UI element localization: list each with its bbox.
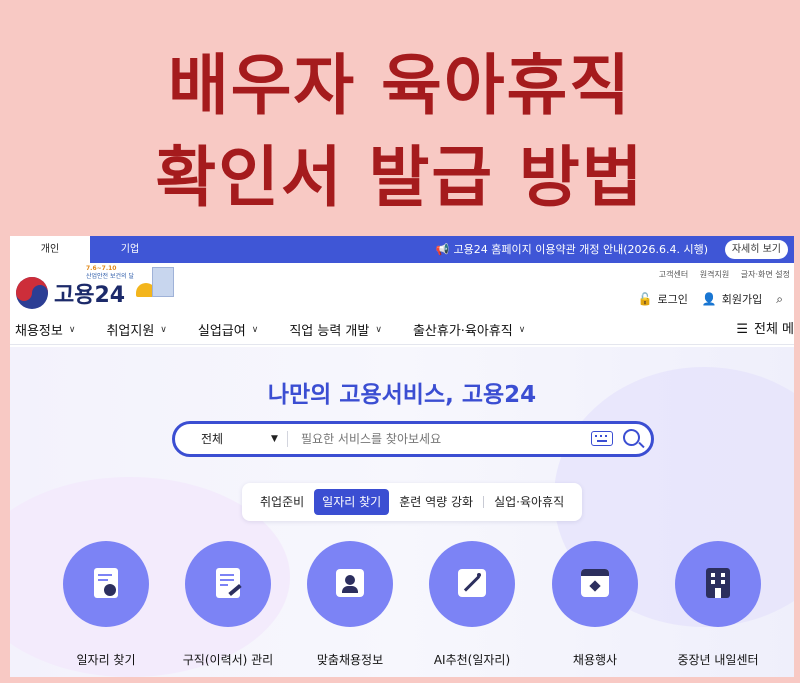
chevron-down-icon: ∨ <box>68 324 76 335</box>
calendar-glyph <box>581 569 609 597</box>
lock-icon: 🔓 <box>637 292 653 306</box>
add-user-icon: 👤 <box>701 292 717 306</box>
util-customer-center[interactable]: 고객센터 <box>659 270 688 279</box>
divider <box>287 431 288 447</box>
chevron-down-icon: ∨ <box>160 324 167 335</box>
detail-button[interactable]: 자세히 보기 <box>724 240 788 259</box>
signup-label: 회원가입 <box>721 293 763 306</box>
notice-link[interactable]: 📢 고용24 홈페이지 이용약관 개정 안내(2026.6.4. 시행) <box>436 236 708 263</box>
divider <box>483 496 485 508</box>
headline-line-2: 확인서 발급 방법 <box>155 139 645 216</box>
notice-text: 고용24 홈페이지 이용약관 개정 안내(2026.6.4. 시행) <box>453 243 708 256</box>
badge-dates: 7.6~7.10 <box>86 265 117 272</box>
hero-title: 나만의 고용서비스, 고용24 <box>267 382 537 408</box>
service-label: AI추천(일자리) <box>433 653 511 667</box>
hamburger-icon: ☰ <box>736 322 748 337</box>
service-custom-jobs[interactable]: 맞춤채용정보 <box>290 541 410 668</box>
utility-links: 고객센터 원격지원 글자·화면 설정 <box>650 269 790 280</box>
chevron-down-icon: ∨ <box>375 324 382 335</box>
caret-down-icon[interactable]: ▼ <box>271 424 278 454</box>
chevron-down-icon: ∨ <box>251 324 259 335</box>
calendar-star-icon <box>552 541 638 627</box>
nav-label: 취업지원 <box>106 324 155 339</box>
all-menu-button[interactable]: ☰ 전체 메 <box>736 315 794 345</box>
logo-text: 고용24 <box>54 283 126 308</box>
chip-find-jobs[interactable]: 일자리 찾기 <box>314 489 390 515</box>
wand-glyph <box>458 569 486 597</box>
hero-section: 나만의 고용서비스, 고용24 전체 ▼ 취업준비 일자리 찾기 훈련 역량 강… <box>10 347 794 677</box>
puzzle-person-icon <box>307 541 393 627</box>
safety-month-badge[interactable]: 7.6~7.10 산업안전 보건의 달 <box>86 265 134 281</box>
all-menu-label: 전체 메 <box>753 322 794 337</box>
login-label: 로그인 <box>657 293 688 306</box>
nav-item-employment-support[interactable]: 취업지원 ∨ <box>106 320 166 339</box>
nav-item-vocational-training[interactable]: 직업 능력 개발 ∨ <box>289 320 382 339</box>
building-illustration-icon <box>152 267 174 297</box>
service-shortcuts: 일자리 찾기 구직(이력서) 관리 맞춤채용정보 AI추천(일자리) 채용행사 … <box>10 541 794 677</box>
nav-item-unemployment-benefit[interactable]: 실업급여 ∨ <box>198 320 258 339</box>
search-category-select[interactable]: 전체 <box>201 424 223 454</box>
headline: 배우자 육아휴직 확인서 발급 방법 <box>0 40 800 224</box>
nav-label: 출산휴가·육아휴직 <box>412 324 513 339</box>
megaphone-icon: 📢 <box>435 243 450 256</box>
tab-personal[interactable]: 개인 <box>10 236 90 263</box>
document-glyph <box>216 568 242 598</box>
top-bar: 개인 기업 📢 고용24 홈페이지 이용약관 개정 안내(2026.6.4. 시행… <box>10 236 794 263</box>
job-search-icon <box>63 541 149 627</box>
main-nav: 채용정보 ∨ 취업지원 ∨ 실업급여 ∨ 직업 능력 개발 ∨ 출산휴가·육아휴직 ∨ ☰… <box>10 315 794 345</box>
service-find-jobs[interactable]: 일자리 찾기 <box>46 541 166 668</box>
building-glyph <box>706 568 730 598</box>
keyboard-icon[interactable] <box>591 431 613 446</box>
service-label: 채용행사 <box>572 653 618 667</box>
chip-training[interactable]: 훈련 역량 강화 <box>391 489 481 515</box>
chip-unemployment-parental[interactable]: 실업·육아휴직 <box>486 489 572 515</box>
search-input[interactable] <box>301 428 581 450</box>
nav-label: 직업 능력 개발 <box>289 324 370 339</box>
logo[interactable]: 고용24 <box>16 277 125 309</box>
building-icon <box>675 541 761 627</box>
category-chips: 취업준비 일자리 찾기 훈련 역량 강화 실업·육아휴직 <box>242 483 582 521</box>
service-label: 맞춤채용정보 <box>316 653 384 667</box>
service-label: 일자리 찾기 <box>76 653 136 667</box>
nav-item-parental-leave[interactable]: 출산휴가·육아휴직 ∨ <box>413 320 525 339</box>
service-recruiting-events[interactable]: 채용행사 <box>535 541 655 668</box>
service-label: 구직(이력서) 관리 <box>182 653 274 667</box>
magic-wand-icon <box>429 541 515 627</box>
search-bar: 전체 ▼ <box>172 421 654 457</box>
signup-link[interactable]: 👤 회원가입 <box>702 291 762 307</box>
header: 고용24 7.6~7.10 산업안전 보건의 달 고객센터 원격지원 글자·화면… <box>10 263 794 315</box>
search-icon[interactable] <box>623 429 640 446</box>
document-glyph <box>94 568 118 598</box>
resume-check-icon <box>185 541 271 627</box>
taeguk-logo-icon <box>16 277 48 309</box>
chip-job-prep[interactable]: 취업준비 <box>252 489 312 515</box>
chevron-down-icon: ∨ <box>518 324 526 335</box>
util-remote-support[interactable]: 원격지원 <box>700 270 729 279</box>
headline-line-1: 배우자 육아휴직 <box>167 47 633 124</box>
search-icon: ⌕ <box>776 291 783 306</box>
badge-text: 산업안전 보건의 달 <box>86 273 134 280</box>
tab-company[interactable]: 기업 <box>90 236 170 263</box>
nav-item-jobs[interactable]: 채용정보 ∨ <box>15 320 75 339</box>
user-links: 🔓 로그인 👤 회원가입 ⌕ <box>624 291 789 307</box>
puzzle-glyph <box>336 569 364 597</box>
service-midcareer-center[interactable]: 중장년 내일센터 <box>658 541 778 668</box>
service-label: 중장년 내일센터 <box>677 653 759 667</box>
search-button[interactable]: ⌕ <box>776 292 788 307</box>
service-resume-management[interactable]: 구직(이력서) 관리 <box>168 541 288 668</box>
service-ai-recommend[interactable]: AI추천(일자리) <box>412 541 532 668</box>
website-screenshot: 개인 기업 📢 고용24 홈페이지 이용약관 개정 안내(2026.6.4. 시행… <box>10 236 794 677</box>
login-link[interactable]: 🔓 로그인 <box>638 291 688 307</box>
nav-label: 실업급여 <box>197 324 246 339</box>
nav-label: 채용정보 <box>15 324 63 339</box>
util-font-settings[interactable]: 글자·화면 설정 <box>741 270 790 279</box>
